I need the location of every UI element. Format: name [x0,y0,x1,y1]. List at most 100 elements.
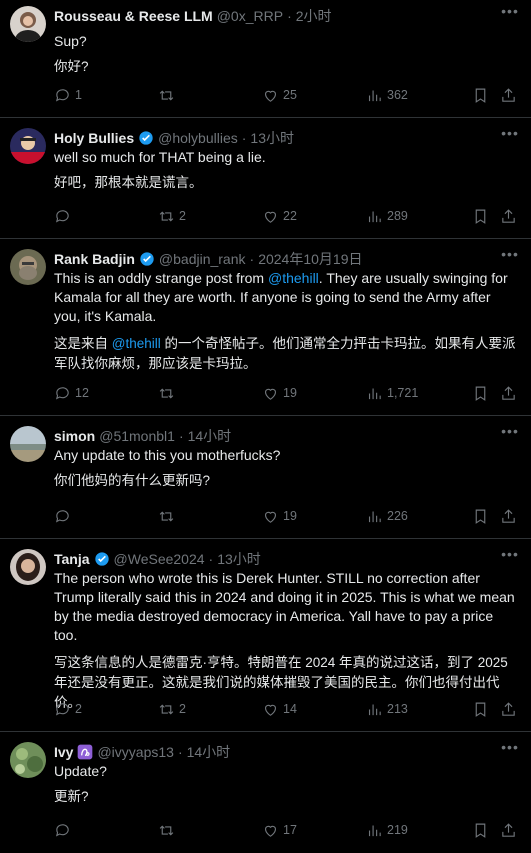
more-icon[interactable]: ••• [501,740,519,760]
avatar[interactable] [10,742,46,778]
reply-button[interactable] [54,822,158,839]
tweet[interactable]: Tanja @WeSee2024 · 13小时 The person who w… [0,539,531,732]
more-icon[interactable]: ••• [501,547,519,567]
reply-button[interactable]: 1 [54,87,158,104]
timestamp[interactable]: 13小时 [250,128,294,148]
verified-badge-icon [94,552,109,566]
views-count: 226 [387,509,408,523]
author-handle[interactable]: @ivyyaps13 [97,744,173,760]
like-button[interactable]: 17 [262,822,366,839]
like-button[interactable]: 14 [262,701,366,718]
views-button[interactable]: 1,721 [366,385,472,402]
tweet-header: Ivy @ivyyaps13 · 14小时 [54,742,519,762]
bookmark-icon [475,209,486,224]
tweet-text: well so much for THAT being a lie. [54,149,266,165]
avatar[interactable] [10,6,46,42]
more-icon[interactable]: ••• [501,247,519,267]
retweet-button[interactable] [158,822,262,839]
bookmark-button[interactable] [472,822,500,839]
timestamp[interactable]: 14小时 [187,742,231,762]
views-button[interactable]: 226 [366,508,472,525]
reply-button[interactable] [54,508,158,525]
bookmark-button[interactable] [472,208,500,225]
share-icon [502,508,515,523]
avatar[interactable] [10,249,46,285]
retweet-button[interactable]: 2 [158,701,262,718]
tweet-translation: 好吧，那根本就是谎言。 [54,175,203,190]
like-button[interactable]: 22 [262,208,366,225]
timestamp[interactable]: 2小时 [296,6,332,26]
timestamp[interactable]: 2024年10月19日 [258,249,362,269]
timestamp[interactable]: 14小时 [188,426,232,446]
avatar[interactable] [10,549,46,585]
avatar[interactable] [10,128,46,164]
share-button[interactable] [500,508,517,525]
views-count: 362 [387,88,408,102]
views-button[interactable]: 362 [366,87,472,104]
reply-button[interactable]: 12 [54,385,158,402]
author-handle[interactable]: @WeSee2024 [114,551,205,567]
verified-badge-icon [139,131,153,145]
avatar[interactable] [10,426,46,462]
reply-icon [55,702,69,716]
views-button[interactable]: 213 [366,701,472,718]
mention-link[interactable]: @thehill [268,270,319,286]
tweet-text: This is an oddly strange post from @theh… [54,269,519,326]
bookmark-icon [475,88,486,103]
like-count: 19 [283,386,297,400]
bookmark-icon [475,702,486,717]
tweet[interactable]: simon @51monbl1 · 14小时 Any update to thi… [0,416,531,539]
share-button[interactable] [500,385,517,402]
timestamp[interactable]: 13小时 [217,549,261,569]
author-handle[interactable]: @holybullies [158,130,238,146]
zodiac-badge-icon [78,744,93,760]
tweet-text: Sup? [54,33,87,49]
bookmark-button[interactable] [472,385,500,402]
mention-link[interactable]: @thehill [112,336,161,351]
share-button[interactable] [500,701,517,718]
retweet-button[interactable]: 2 [158,208,262,225]
action-bar: 2 22 289 [54,207,519,225]
bookmark-button[interactable] [472,701,500,718]
reply-button[interactable]: 2 [54,701,158,718]
author-handle[interactable]: @0x_RRP [217,8,283,24]
author-name[interactable]: Rousseau & Reese LLM [54,8,213,24]
like-count: 22 [283,209,297,223]
reply-icon [55,88,69,102]
tweet[interactable]: Ivy @ivyyaps13 · 14小时 Update? 更新? ••• 17… [0,732,531,852]
retweet-icon [159,703,174,715]
share-button[interactable] [500,822,517,839]
author-name[interactable]: Tanja [54,551,90,567]
retweet-button[interactable] [158,385,262,402]
reply-button[interactable] [54,208,158,225]
separator-dot: · [249,251,255,267]
tweet[interactable]: Holy Bullies @holybullies · 13小时 well so… [0,118,531,239]
views-button[interactable]: 289 [366,208,472,225]
more-icon[interactable]: ••• [501,4,519,24]
tweet[interactable]: Rank Badjin @badjin_rank · 2024年10月19日 T… [0,239,531,416]
views-icon [368,825,381,836]
author-name[interactable]: simon [54,428,95,444]
author-name[interactable]: Ivy [54,744,73,760]
bookmark-button[interactable] [472,508,500,525]
author-handle[interactable]: @51monbl1 [99,428,175,444]
retweet-button[interactable] [158,87,262,104]
tweet-text: Update? [54,763,107,779]
share-button[interactable] [500,87,517,104]
share-button[interactable] [500,208,517,225]
retweet-button[interactable] [158,508,262,525]
more-icon[interactable]: ••• [501,424,519,444]
author-name[interactable]: Rank Badjin [54,251,135,267]
more-icon[interactable]: ••• [501,126,519,146]
bookmark-button[interactable] [472,87,500,104]
like-button[interactable]: 19 [262,508,366,525]
like-button[interactable]: 19 [262,385,366,402]
tweet-translation: 这是来自 @thehill 的一个奇怪帖子。他们通常全力抨击卡玛拉。如果有人要派… [54,334,519,374]
like-button[interactable]: 25 [262,87,366,104]
views-button[interactable]: 219 [366,822,472,839]
author-name[interactable]: Holy Bullies [54,130,134,146]
views-count: 289 [387,209,408,223]
translation-part: 这是来自 [54,336,112,351]
tweet[interactable]: Rousseau & Reese LLM @0x_RRP · 2小时 Sup? … [0,0,531,118]
author-handle[interactable]: @badjin_rank [159,251,246,267]
